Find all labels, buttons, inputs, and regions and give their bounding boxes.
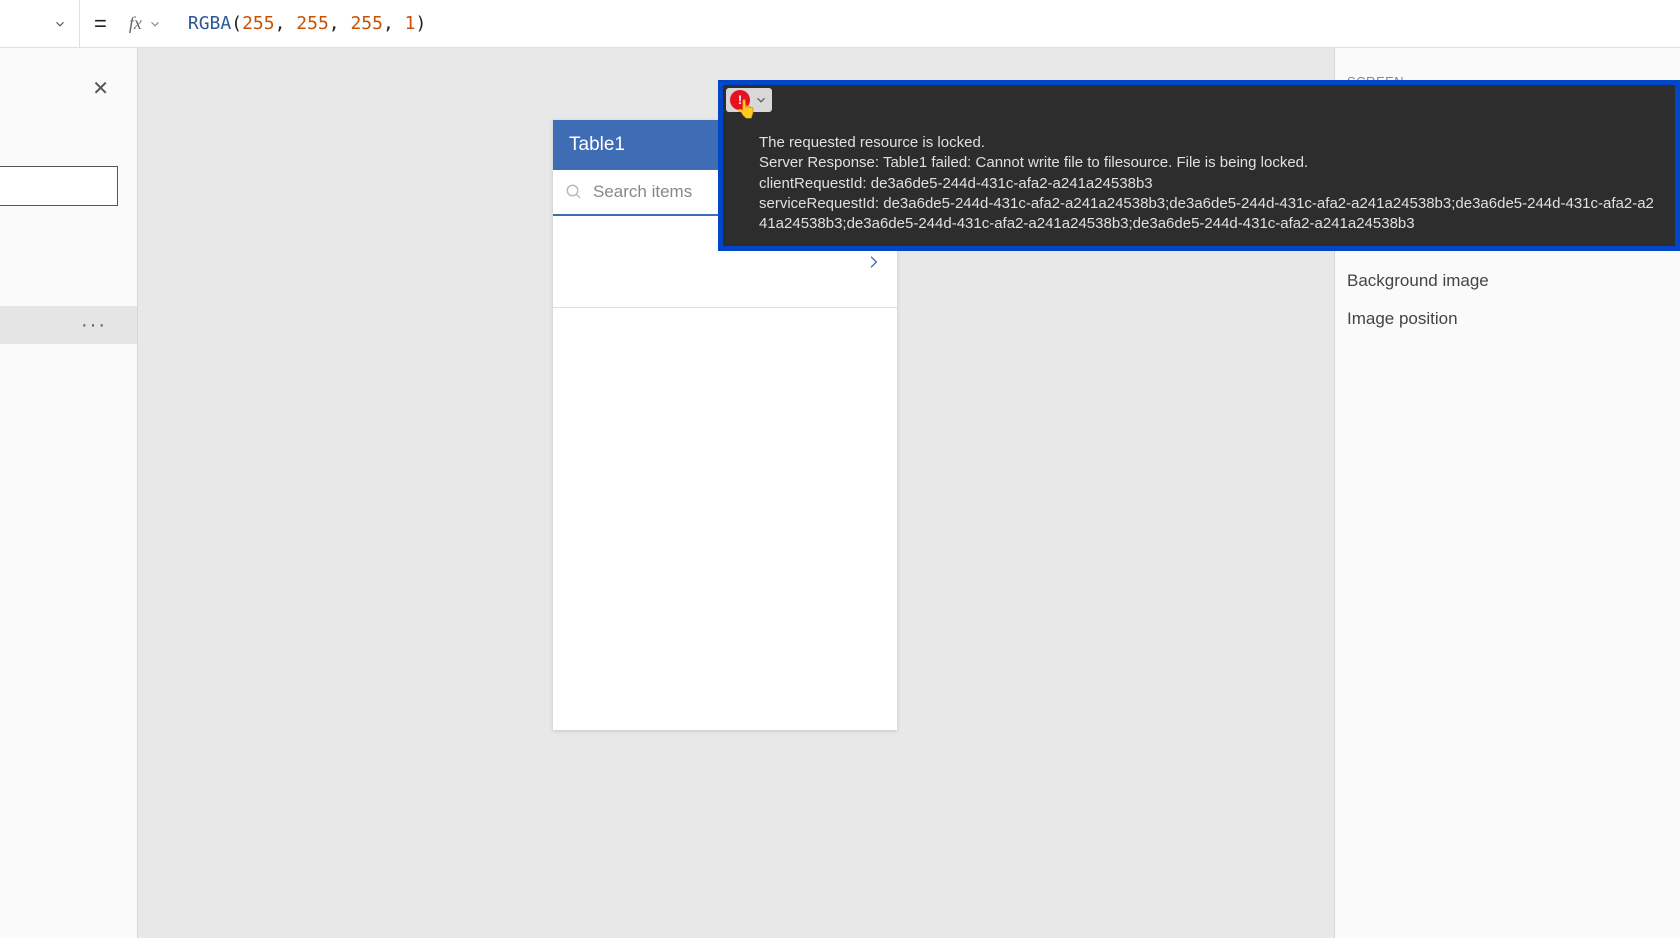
formula-token: ): [416, 13, 427, 34]
tree-view-panel: ✕ ···: [0, 48, 138, 938]
formula-token: 255: [242, 13, 275, 34]
search-placeholder: Search items: [593, 182, 692, 202]
equals-sign: =: [80, 11, 121, 37]
property-selector[interactable]: [0, 0, 80, 48]
property-label-imgpos: Image position: [1335, 291, 1680, 329]
formula-token: ,: [275, 13, 297, 34]
error-line: serviceRequestId: de3a6de5-244d-431c-afa…: [759, 194, 1659, 235]
formula-token: ,: [383, 13, 405, 34]
error-tooltip: ! 👆 The requested resource is locked. Se…: [718, 80, 1680, 251]
formula-token: 255: [350, 13, 383, 34]
formula-token: ,: [329, 13, 351, 34]
app-title: Table1: [569, 134, 625, 156]
more-icon[interactable]: ···: [81, 314, 107, 337]
chevron-right-icon: [865, 250, 881, 274]
error-indicator[interactable]: !: [726, 88, 772, 112]
chevron-down-icon: [754, 93, 768, 107]
formula-token: 255: [296, 13, 329, 34]
error-icon: !: [730, 90, 750, 110]
chevron-down-icon: [53, 17, 67, 31]
error-message: The requested resource is locked. Server…: [723, 85, 1675, 246]
tree-item[interactable]: ···: [0, 306, 137, 344]
formula-bar: = fx RGBA(255, 255, 255, 1): [0, 0, 1680, 48]
close-panel-button[interactable]: ✕: [92, 76, 109, 101]
fx-button[interactable]: fx: [121, 13, 170, 34]
search-icon: [565, 183, 583, 201]
error-line: The requested resource is locked.: [759, 133, 1659, 153]
chevron-down-icon: [148, 17, 162, 31]
formula-token: (: [231, 13, 242, 34]
formula-token-fn: RGBA: [188, 13, 231, 34]
property-label-bgimage: Background image: [1335, 253, 1680, 291]
error-line: Server Response: Table1 failed: Cannot w…: [759, 153, 1659, 173]
formula-token: 1: [405, 13, 416, 34]
tree-search-input[interactable]: [0, 166, 118, 206]
formula-input[interactable]: RGBA(255, 255, 255, 1): [170, 13, 1680, 34]
error-line: clientRequestId: de3a6de5-244d-431c-afa2…: [759, 174, 1659, 194]
fx-label: fx: [129, 13, 142, 34]
